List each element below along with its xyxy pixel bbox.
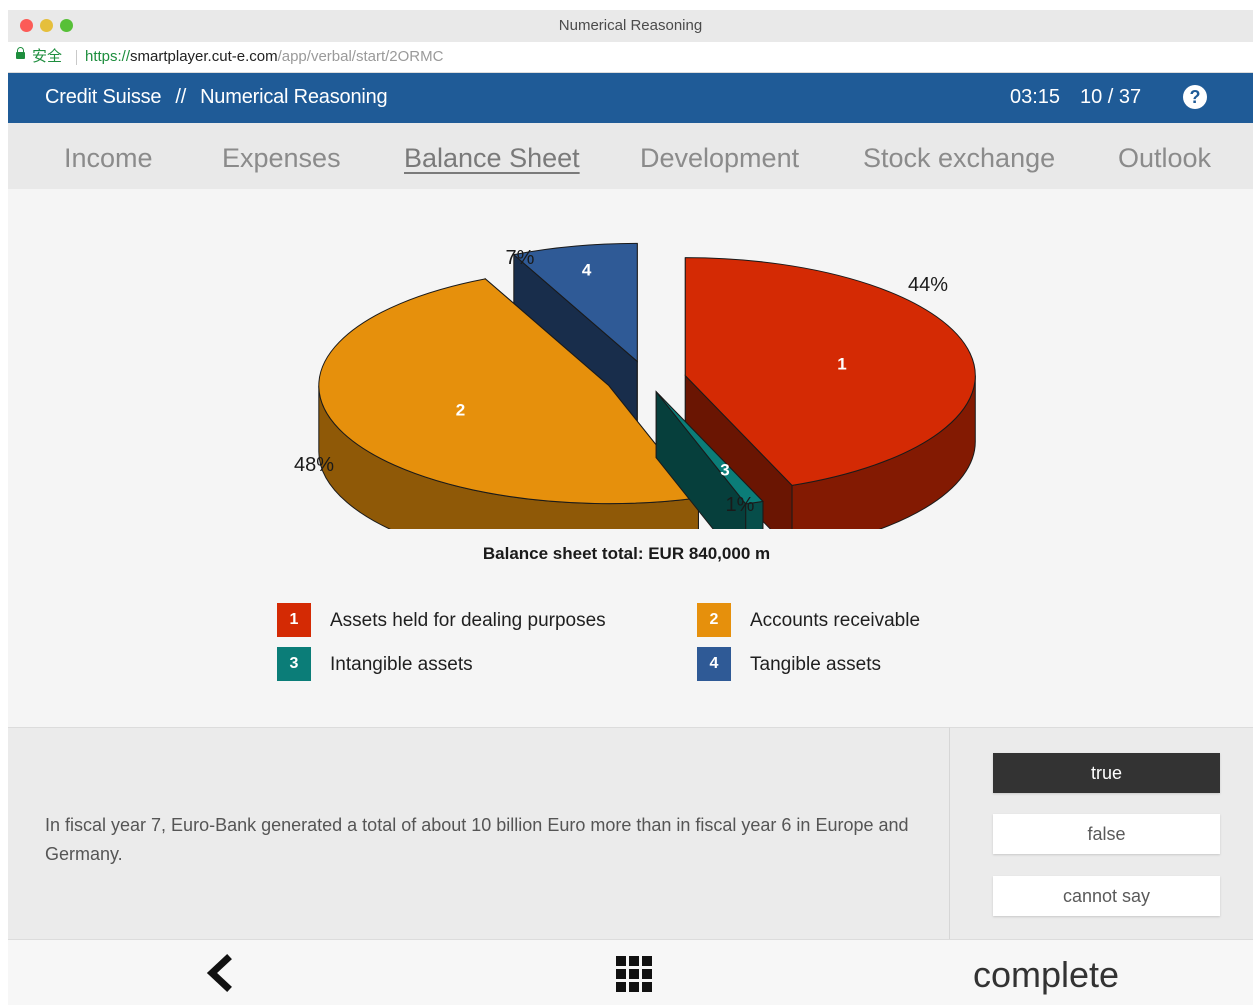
answer-true-button[interactable]: true: [993, 753, 1220, 793]
tab-balance-sheet[interactable]: Balance Sheet: [404, 143, 580, 174]
url-scheme: https://: [85, 48, 131, 65]
legend-swatch: 4: [697, 647, 731, 681]
tab-stock-exchange[interactable]: Stock exchange: [863, 143, 1055, 174]
legend-swatch: 1: [277, 603, 311, 637]
legend-label: Assets held for dealing purposes: [330, 610, 606, 631]
help-icon[interactable]: ?: [1183, 85, 1207, 109]
timer: 03:15: [1010, 86, 1061, 108]
legend-label: Tangible assets: [750, 654, 881, 675]
tab-outlook[interactable]: Outlook: [1118, 143, 1211, 174]
url-path: /app/verbal/start/2ORMC: [277, 48, 444, 65]
grid-icon[interactable]: [615, 955, 653, 993]
app-header: Credit Suisse // Numerical Reasoning 03:15…: [8, 73, 1253, 123]
title-bar: Numerical Reasoning: [8, 10, 1253, 43]
url-text[interactable]: https://smartplayer.cut-e.com/app/verbal…: [85, 42, 443, 72]
slice-number-label: 1: [837, 354, 846, 373]
url-separator: [76, 50, 77, 65]
slice-number-label: 2: [456, 401, 465, 420]
question-statement: In fiscal year 7, Euro-Bank generated a …: [45, 815, 909, 864]
tab-development[interactable]: Development: [640, 143, 799, 174]
complete-button[interactable]: complete: [973, 954, 1119, 996]
slice-percent-label: 44%: [908, 274, 948, 296]
answer-false-button[interactable]: false: [993, 814, 1220, 854]
question-progress: 10 / 37: [1080, 86, 1142, 108]
slice-percent-label: 48%: [294, 454, 334, 476]
url-host: smartplayer.cut-e.com: [130, 48, 278, 65]
legend-swatch: 3: [277, 647, 311, 681]
slice-percent-label: 7%: [506, 247, 535, 269]
chevron-left-icon[interactable]: [200, 953, 240, 993]
tab-bar: Income Expenses Balance Sheet Developmen…: [8, 123, 1253, 189]
window-title: Numerical Reasoning: [558, 17, 703, 34]
breadcrumb-separator: //: [175, 86, 187, 108]
question-panel: In fiscal year 7, Euro-Bank generated a …: [8, 727, 949, 940]
secure-label: 安全: [32, 48, 63, 65]
answer-cannot-say-button[interactable]: cannot say: [993, 876, 1220, 916]
pie-chart: 4 1 2 3 44% 1% 48% 7%: [294, 242, 976, 529]
slice-percent-label: 1%: [726, 494, 755, 516]
answer-panel: true false cannot say: [949, 727, 1253, 940]
legend-swatch: 2: [697, 603, 731, 637]
test-name: Numerical Reasoning: [200, 86, 388, 108]
tab-expenses[interactable]: Expenses: [222, 143, 341, 174]
slice-number-label: 3: [720, 460, 729, 479]
tab-income[interactable]: Income: [64, 143, 153, 174]
company-name: Credit Suisse: [45, 86, 162, 108]
chart-panel: 4 1 2 3 44% 1% 48% 7% Balance sheet total: EUR …: [8, 189, 1253, 727]
chart-title: Balance sheet total: EUR 840,000 m: [482, 544, 771, 563]
header-breadcrumb: Credit Suisse // Numerical Reasoning: [45, 86, 388, 109]
legend-label: Accounts receivable: [750, 610, 921, 631]
browser-window: Numerical Reasoning 安全 https://smartplay…: [8, 10, 1253, 1005]
slice-number-label: 4: [582, 260, 592, 279]
lock-icon: [16, 47, 25, 59]
address-bar[interactable]: 安全 https://smartplayer.cut-e.com/app/ver…: [8, 42, 1253, 73]
footer-bar: complete: [8, 939, 1253, 1005]
pie-slice: 2: [318, 277, 700, 529]
legend-label: Intangible assets: [330, 654, 473, 675]
